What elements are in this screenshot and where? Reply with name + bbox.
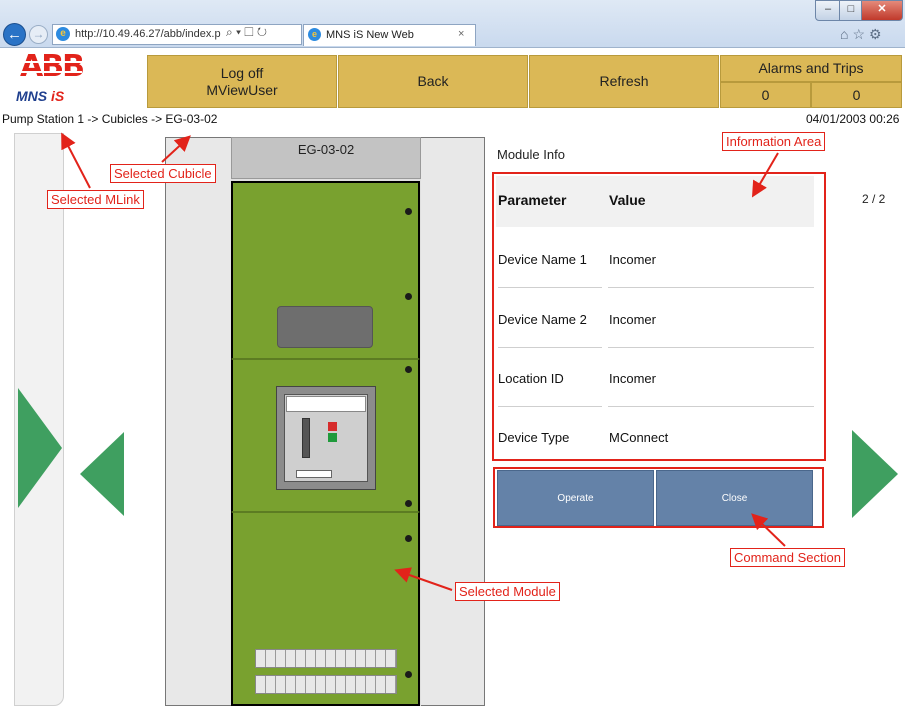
breaker-handle	[302, 418, 310, 458]
module-display-window	[277, 306, 373, 348]
close-command-button[interactable]: Close	[656, 470, 813, 526]
row-value: Incomer	[609, 371, 656, 386]
current-user-label: MViewUser	[206, 81, 278, 98]
tab-favicon-icon: e	[308, 28, 321, 41]
breadcrumb: Pump Station 1 -> Cubicles -> EG-03-02	[2, 112, 218, 126]
previous-cubicle-arrow-icon[interactable]	[80, 432, 124, 516]
date-time: 04/01/2003 00:26	[806, 112, 900, 126]
abb-logo-text: ABB	[20, 49, 85, 84]
trips-count[interactable]: 0	[811, 82, 902, 108]
ie-icon: e	[56, 27, 70, 41]
window-close-button[interactable]: ✕	[861, 0, 903, 21]
module-screw	[405, 293, 412, 300]
column-header-parameter: Parameter	[498, 192, 567, 208]
terminal-block	[255, 649, 397, 668]
tab-close-icon[interactable]: ×	[458, 28, 464, 40]
module-info-title: Module Info	[497, 147, 565, 162]
mns-logo-text: MNS	[16, 88, 48, 104]
annotation-selected-cubicle: Selected Cubicle	[110, 164, 216, 183]
mlink-annotation-arrow	[61, 132, 91, 189]
selected-module[interactable]	[231, 512, 420, 706]
page-indicator: 2 / 2	[862, 192, 886, 206]
back-button[interactable]: Back	[338, 55, 528, 108]
row-value: Incomer	[609, 312, 656, 327]
minimize-button[interactable]: –	[815, 0, 841, 21]
breaker-on-indicator	[328, 433, 337, 442]
module-screw	[405, 671, 412, 678]
abb-logo: ABB	[20, 49, 85, 84]
maximize-button[interactable]: □	[839, 0, 863, 21]
row-divider	[498, 347, 602, 348]
row-divider	[608, 406, 814, 407]
row-parameter: Location ID	[498, 371, 564, 386]
row-parameter: Device Name 2	[498, 312, 587, 327]
annotation-information-area: Information Area	[722, 132, 826, 151]
row-value: Incomer	[609, 252, 656, 267]
row-divider	[608, 287, 814, 288]
browser-forward-button[interactable]: →	[29, 25, 48, 44]
annotation-selected-mlink: Selected MLink	[47, 190, 144, 209]
column-header-value: Value	[609, 192, 646, 208]
selected-mlink-arrow-icon[interactable]	[18, 388, 62, 508]
module-screw	[405, 366, 412, 373]
refresh-button[interactable]: Refresh	[529, 55, 719, 108]
breaker-rating-plate	[296, 470, 332, 478]
breaker-off-indicator	[328, 422, 337, 431]
home-favorites-settings-icons[interactable]: ⌂☆⚙	[840, 26, 886, 43]
is-logo-text: iS	[51, 88, 65, 104]
row-divider	[498, 406, 602, 407]
breaker-label-plate	[286, 396, 366, 412]
address-tools-icons[interactable]: ⌕ ▾ ☐ ↻	[226, 25, 267, 40]
row-parameter: Device Name 1	[498, 252, 587, 267]
terminal-block	[255, 675, 397, 694]
module-screw	[405, 500, 412, 507]
browser-tab[interactable]: MNS iS New Web	[303, 24, 476, 46]
mns-is-logo: MNS iS	[16, 88, 64, 104]
annotation-command-section: Command Section	[730, 548, 845, 567]
row-parameter: Device Type	[498, 430, 570, 445]
alarms-count[interactable]: 0	[720, 82, 811, 108]
next-cubicle-arrow-icon[interactable]	[852, 430, 898, 518]
module-screw	[405, 208, 412, 215]
cubicle-title: EG-03-02	[231, 137, 421, 179]
module-screw	[405, 535, 412, 542]
operate-button[interactable]: Operate	[497, 470, 654, 526]
log-off-label: Log off	[220, 64, 264, 81]
alarms-and-trips-button[interactable]: Alarms and Trips	[720, 55, 902, 82]
window-controls: – □ ✕	[815, 0, 903, 21]
row-divider	[498, 287, 602, 288]
row-value: MConnect	[609, 430, 669, 445]
browser-back-button[interactable]: ←	[3, 23, 26, 46]
log-off-button[interactable]: Log off MViewUser	[147, 55, 337, 108]
row-divider	[608, 347, 814, 348]
annotation-selected-module: Selected Module	[455, 582, 560, 601]
